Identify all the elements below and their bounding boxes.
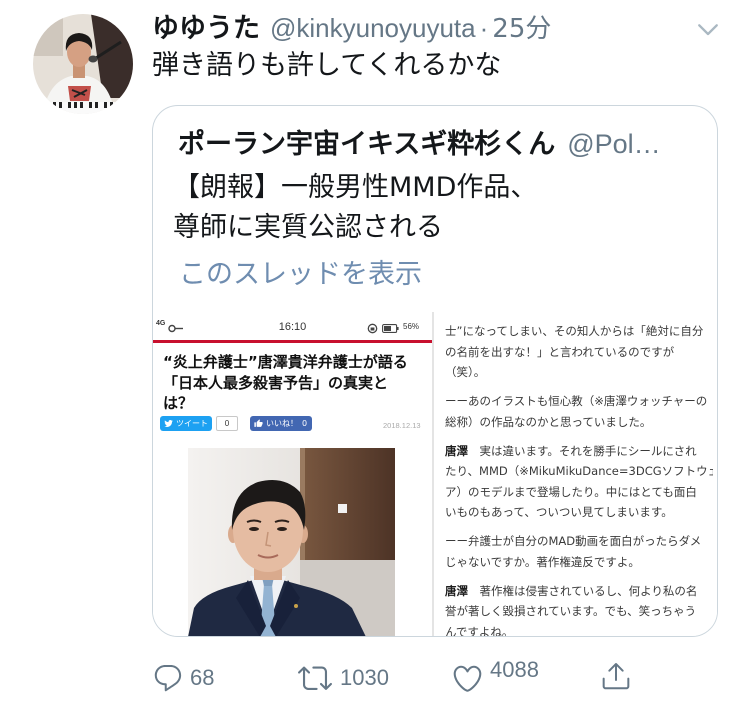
article-paragraph: 唐澤 実は違います。それを勝手にシールにされ たり、MMD（※MikuMikuDa… (445, 441, 713, 523)
article-line: いものもあって、ついつい見てしまいます。 (445, 505, 673, 519)
like-button[interactable]: 4088 (451, 657, 546, 696)
article-line: ーーあのイラストも恒心教（※唐澤ウォッチャーの (445, 394, 708, 408)
quote-text: 【朗報】一般男性MMD作品、 尊師に実質公認される (173, 168, 537, 248)
retweet-icon (298, 666, 332, 690)
headline-line: “炎上弁護士”唐澤貴洋弁護士が語る (163, 353, 408, 371)
article-body-screenshot: 士”になってしまい、その知人からは「絶対に自分 の名前を出すな！」と言われている… (434, 312, 717, 636)
article-line: んですよね。 (445, 624, 514, 637)
quote-display-name: ポーラン宇宙イキスギ粋杉くん (178, 129, 556, 160)
quote-text-line: 【朗報】一般男性MMD作品、 (173, 172, 538, 203)
reply-count: 68 (190, 665, 215, 690)
article-line: 唐澤 著作権は侵害されているし、何より私の名 (445, 581, 713, 602)
thumbs-up-icon (254, 419, 263, 427)
battery-icon (382, 324, 399, 333)
share-button[interactable] (600, 660, 634, 696)
avatar[interactable] (33, 14, 133, 114)
article-paragraph: 唐澤 著作権は侵害されているし、何より私の名 誉が著しく毀損されています。でも、笑… (445, 581, 713, 637)
user-handle: @kinkyunoyuyuta (270, 13, 476, 43)
article-photo (188, 448, 395, 636)
article-share-row: ツイート 0 いいね！ 0 2018.12.13 (153, 416, 432, 432)
tweet-share-count: 0 (216, 416, 238, 431)
battery-percent: 56% (403, 322, 420, 331)
article-line: 士”になってしまい、その知人からは「絶対に自分 (445, 324, 704, 338)
show-thread-link[interactable]: このスレッドを表示 (179, 258, 422, 292)
speaker-name: 唐澤 (445, 583, 468, 598)
quote-media[interactable]: 4G 16:10 56% “炎上弁護士”唐澤貴洋弁護士が語る 「日本人最多殺害予… (153, 312, 717, 636)
article-date: 2018.12.13 (383, 421, 421, 430)
tweet-share-button: ツイート (160, 416, 212, 431)
headline-line: 「日本人最多殺害予告」の真実と (163, 373, 389, 392)
article-body: 士”になってしまい、その知人からは「絶対に自分 の名前を出すな！」と言われている… (445, 321, 713, 636)
article-line: の名前を出すな！」と言われているのですが (445, 344, 675, 359)
article-line-text: 著作権は侵害されているし、何より私の名 (479, 583, 698, 598)
share-icon (602, 663, 630, 690)
article-headline: “炎上弁護士”唐澤貴洋弁護士が語る 「日本人最多殺害予告」の真実と は？ (163, 352, 408, 414)
article-line-text: 実は違います。それを勝手にシールにされ (479, 443, 697, 458)
tweet-share-label: ツイート (176, 419, 208, 428)
avatar-image (33, 14, 133, 114)
reply-icon (154, 664, 182, 692)
like-count: 4088 (490, 657, 539, 682)
article-line: ア）のモデルまで登場したり。中にはとても面白 (445, 484, 697, 499)
article-paragraph: ーー弁護士が自分のMAD動画を面白がったらダメ じゃないですか。著作権違反ですよ… (445, 531, 713, 572)
tweet-text: 弾き語りも許してくれるかな (152, 50, 502, 81)
retweet-count: 1030 (340, 665, 389, 690)
article-line: 総称）の作品なのかと思っていました。 (445, 414, 652, 429)
separator-dot: · (479, 13, 489, 43)
article-screenshot: 4G 16:10 56% “炎上弁護士”唐澤貴洋弁護士が語る 「日本人最多殺害予… (153, 312, 432, 636)
article-line: 誉が著しく毀損されています。でも、笑っちゃう (445, 604, 697, 618)
rotation-lock-icon (367, 323, 378, 334)
speaker-name: 唐澤 (445, 443, 468, 458)
quote-text-line: 尊師に実質公認される (173, 212, 443, 243)
article-paragraph: ーーあのイラストも恒心教（※唐澤ウォッチャーの 総称）の作品なのかと思っていまし… (445, 391, 713, 432)
facebook-like-label: いいね！ (266, 419, 298, 428)
article-line: たり、MMD（※MikuMikuDance=3DCGソフトウェ (445, 464, 713, 478)
facebook-like-count: 0 (302, 419, 308, 428)
twitter-bird-icon (164, 420, 173, 427)
article-line: （笑）。 (445, 365, 486, 379)
retweet-button[interactable]: 1030 (298, 660, 398, 696)
reply-button[interactable]: 68 (152, 660, 232, 696)
article-line: 唐澤 実は違います。それを勝手にシールにされ (445, 441, 713, 462)
timestamp: 25分 (492, 14, 552, 44)
headline-line: は？ (163, 394, 194, 412)
article-line: じゃないですか。著作権違反ですよ。 (445, 554, 640, 569)
quote-tweet-card[interactable]: ポーラン宇宙イキスギ粋杉くん @Pol… 【朗報】一般男性MMD作品、 尊師に実質… (152, 105, 718, 637)
chevron-down-icon[interactable] (694, 15, 722, 43)
display-name[interactable]: ゆゆうた (152, 13, 260, 44)
article-line: ーー弁護士が自分のMAD動画を面白がったらダメ (445, 534, 702, 548)
quote-handle: @Pol… (567, 129, 661, 159)
status-bar: 4G 16:10 56% (153, 318, 432, 340)
facebook-like-button: いいね！ 0 (250, 416, 312, 431)
quote-header: ポーラン宇宙イキスギ粋杉くん @Pol… (178, 126, 698, 162)
article-header-rule (153, 340, 432, 343)
article-paragraph: 士”になってしまい、その知人からは「絶対に自分 の名前を出すな！」と言われている… (445, 321, 713, 383)
heart-icon (453, 665, 482, 692)
tweet-header: ゆゆうた @kinkyunoyuyuta · 25分 (152, 8, 682, 48)
